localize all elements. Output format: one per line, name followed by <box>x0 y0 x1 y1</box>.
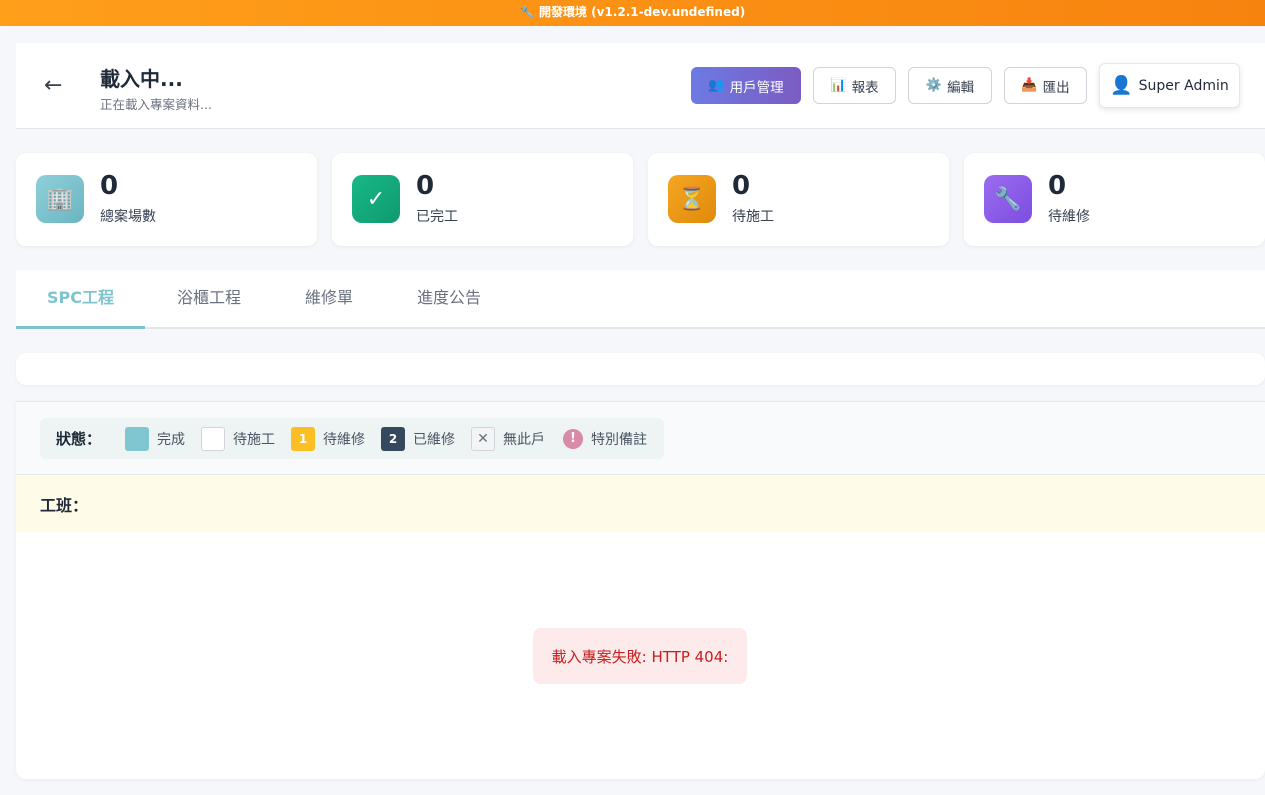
stat-label: 已完工 <box>416 209 458 225</box>
stat-value: 0 <box>416 171 435 201</box>
crew-label: 工班： <box>40 496 89 515</box>
stat-card-pending: ⏳ 0 待施工 <box>648 153 949 246</box>
bar-chart-icon: 📊 <box>830 78 847 93</box>
env-banner-text: 開發環境 (v1.2.1-dev.undefined) <box>538 5 746 19</box>
stat-card-completed: ✓ 0 已完工 <box>332 153 633 246</box>
legend-label: 待施工 <box>233 431 276 448</box>
export-button[interactable]: 📥 匯出 <box>1004 67 1087 104</box>
wrench-icon: 🔧 <box>519 5 535 19</box>
edit-label: 編輯 <box>947 79 975 96</box>
status-legend: 狀態： 完成 待施工 1 待維修 2 已維修 ✕ 無此戶 ! 特別備註 <box>40 418 664 459</box>
hourglass-icon: ⏳ <box>668 175 716 223</box>
tab-bath-cabinet[interactable]: 浴櫃工程 <box>145 270 273 329</box>
legend-section: 狀態： 完成 待施工 1 待維修 2 已維修 ✕ 無此戶 ! 特別備註 <box>16 402 1265 475</box>
gear-icon: ⚙️ <box>925 78 943 93</box>
legend-item-special-note: ! 特別備註 <box>561 428 648 449</box>
stat-value: 0 <box>732 171 751 201</box>
error-message: 載入專案失敗: HTTP 404: <box>533 628 747 684</box>
tab-bar: SPC工程 浴櫃工程 維修單 進度公告 <box>16 270 1265 329</box>
legend-item-no-unit: ✕ 無此戶 <box>471 426 546 451</box>
project-header: ← 載入中... 正在載入專案資料... 👥 用戶管理 📊 報表 ⚙️ 編輯 📥… <box>16 43 1265 129</box>
stat-card-total: 🏢 0 總案場數 <box>16 153 317 246</box>
pending-swatch <box>201 426 226 451</box>
page-subtitle: 正在載入專案資料... <box>100 97 212 112</box>
done-swatch <box>125 426 150 451</box>
user-management-button[interactable]: 👥 用戶管理 <box>691 67 801 104</box>
filter-bar <box>16 353 1265 385</box>
building-icon: 🏢 <box>36 175 84 223</box>
export-label: 匯出 <box>1042 79 1070 96</box>
stat-value: 0 <box>100 171 119 201</box>
report-button[interactable]: 📊 報表 <box>813 67 896 104</box>
env-banner: 🔧 開發環境 (v1.2.1-dev.undefined) <box>0 0 1265 26</box>
stat-label: 待維修 <box>1048 209 1090 225</box>
legend-label: 待維修 <box>323 431 366 448</box>
legend-label: 無此戶 <box>503 431 546 448</box>
stat-card-repair: 🔧 0 待維修 <box>964 153 1265 246</box>
wrench-icon: 🔧 <box>984 175 1032 223</box>
legend-item-repaired: 2 已維修 <box>381 426 456 451</box>
user-menu-button[interactable]: 👤 Super Admin <box>1099 63 1240 108</box>
check-icon: ✓ <box>352 175 400 223</box>
report-label: 報表 <box>851 79 879 96</box>
close-icon: ✕ <box>471 426 496 451</box>
exclamation-icon: ! <box>563 428 584 449</box>
legend-label: 特別備註 <box>591 431 648 448</box>
legend-title: 狀態： <box>56 430 102 448</box>
legend-label: 已維修 <box>413 431 456 448</box>
legend-item-pending: 待施工 <box>201 426 276 451</box>
user-icon: 👤 <box>1110 75 1133 96</box>
legend-item-to-repair: 1 待維修 <box>291 426 366 451</box>
user-name: Super Admin <box>1138 77 1229 94</box>
legend-item-done: 完成 <box>125 426 186 451</box>
project-content: 狀態： 完成 待施工 1 待維修 2 已維修 ✕ 無此戶 ! 特別備註 工班： … <box>16 401 1265 779</box>
repaired-swatch: 2 <box>381 426 406 451</box>
tab-spc[interactable]: SPC工程 <box>16 270 145 329</box>
to-repair-swatch: 1 <box>291 426 316 451</box>
stat-label: 待施工 <box>732 209 774 225</box>
page-title: 載入中... <box>100 67 183 91</box>
back-arrow-icon[interactable]: ← <box>44 73 62 99</box>
stat-label: 總案場數 <box>100 209 156 225</box>
crew-section: 工班： <box>16 476 1265 532</box>
edit-button[interactable]: ⚙️ 編輯 <box>908 67 992 104</box>
inbox-tray-icon: 📥 <box>1021 78 1038 93</box>
user-management-label: 用戶管理 <box>729 79 784 96</box>
tab-progress-notice[interactable]: 進度公告 <box>385 270 513 329</box>
stat-value: 0 <box>1048 171 1067 201</box>
legend-label: 完成 <box>157 431 186 448</box>
users-icon: 👥 <box>708 78 725 93</box>
tab-repair-order[interactable]: 維修單 <box>273 270 385 329</box>
